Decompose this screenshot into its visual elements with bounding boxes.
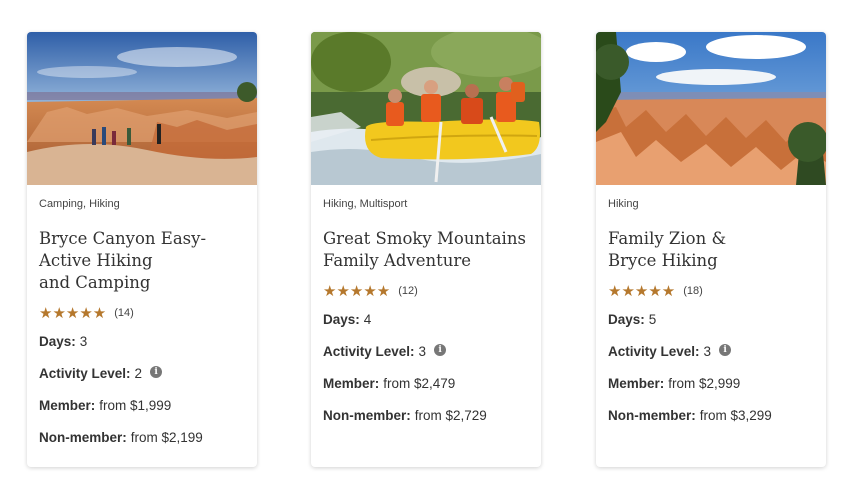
days-row: Days: 5 — [608, 310, 814, 342]
info-icon[interactable]: i — [434, 344, 447, 356]
member-price-row: Member: from $2,999 — [608, 374, 814, 406]
member-price: from $1,999 — [99, 398, 172, 413]
days-label: Days: — [39, 334, 76, 349]
nonmember-label: Non-member: — [39, 430, 127, 445]
trip-title-line[interactable]: Bryce Canyon Easy- — [39, 228, 245, 250]
activity-level-row: Activity Level: 3 i — [323, 342, 529, 374]
trip-title[interactable]: Family Zion & Bryce Hiking — [608, 228, 814, 272]
trip-title-line[interactable]: Family Zion & — [608, 228, 814, 250]
nonmember-label: Non-member: — [608, 408, 696, 423]
activity-level-row: Activity Level: 2 i — [39, 364, 245, 396]
nonmember-price-row: Non-member: from $3,299 — [608, 406, 814, 438]
activity-level-value: 3 — [703, 344, 712, 359]
nonmember-price-row: Non-member: from $2,199 — [39, 428, 245, 460]
days-value: 4 — [363, 312, 372, 327]
star-rating-icon: ★★★★★ — [39, 305, 107, 322]
activity-level-label: Activity Level: — [608, 344, 700, 359]
review-count: (14) — [114, 307, 134, 319]
trip-title-line[interactable]: Bryce Hiking — [608, 250, 814, 272]
member-label: Member: — [323, 376, 380, 391]
trip-card-family-zion-bryce[interactable]: Hiking Family Zion & Bryce Hiking ★★★★★ … — [596, 32, 826, 467]
trip-card-bryce-canyon[interactable]: Camping, Hiking Bryce Canyon Easy- Activ… — [27, 32, 257, 467]
star-rating-icon: ★★★★★ — [608, 283, 676, 300]
days-label: Days: — [608, 312, 645, 327]
trip-title-line[interactable]: Family Adventure — [323, 250, 529, 272]
trip-tags: Hiking — [608, 198, 639, 210]
info-icon[interactable]: i — [719, 344, 732, 356]
days-row: Days: 3 — [39, 332, 245, 364]
review-count: (12) — [398, 285, 418, 297]
rating: ★★★★★ (14) — [39, 304, 245, 322]
rating: ★★★★★ (12) — [323, 282, 529, 300]
days-value: 3 — [79, 334, 88, 349]
member-price: from $2,479 — [383, 376, 456, 391]
member-price: from $2,999 — [668, 376, 741, 391]
days-row: Days: 4 — [323, 310, 529, 342]
trip-tags: Hiking, Multisport — [323, 198, 408, 210]
star-rating-icon: ★★★★★ — [323, 283, 391, 300]
info-icon[interactable]: i — [150, 366, 163, 378]
trip-title-line[interactable]: Great Smoky Mountains — [323, 228, 529, 250]
nonmember-label: Non-member: — [323, 408, 411, 423]
trip-photo-family-zion-bryce[interactable] — [596, 32, 826, 185]
nonmember-price: from $3,299 — [699, 408, 772, 423]
trip-photo-great-smoky-mountains[interactable] — [311, 32, 541, 185]
activity-level-label: Activity Level: — [323, 344, 415, 359]
days-value: 5 — [648, 312, 657, 327]
member-price-row: Member: from $2,479 — [323, 374, 529, 406]
trip-title[interactable]: Great Smoky Mountains Family Adventure — [323, 228, 529, 272]
trip-title-line[interactable]: and Camping — [39, 272, 245, 294]
member-price-row: Member: from $1,999 — [39, 396, 245, 428]
days-label: Days: — [323, 312, 360, 327]
nonmember-price-row: Non-member: from $2,729 — [323, 406, 529, 438]
trip-photo-bryce-canyon[interactable] — [27, 32, 257, 185]
rating: ★★★★★ (18) — [608, 282, 814, 300]
activity-level-value: 3 — [418, 344, 427, 359]
member-label: Member: — [608, 376, 665, 391]
activity-level-row: Activity Level: 3 i — [608, 342, 814, 374]
nonmember-price: from $2,729 — [414, 408, 487, 423]
trip-title[interactable]: Bryce Canyon Easy- Active Hiking and Cam… — [39, 228, 245, 294]
trip-tags: Camping, Hiking — [39, 198, 120, 210]
review-count: (18) — [683, 285, 703, 297]
trip-title-line[interactable]: Active Hiking — [39, 250, 245, 272]
activity-level-label: Activity Level: — [39, 366, 131, 381]
nonmember-price: from $2,199 — [130, 430, 203, 445]
trip-card-great-smoky-mountains[interactable]: Hiking, Multisport Great Smoky Mountains… — [311, 32, 541, 467]
member-label: Member: — [39, 398, 96, 413]
activity-level-value: 2 — [134, 366, 143, 381]
